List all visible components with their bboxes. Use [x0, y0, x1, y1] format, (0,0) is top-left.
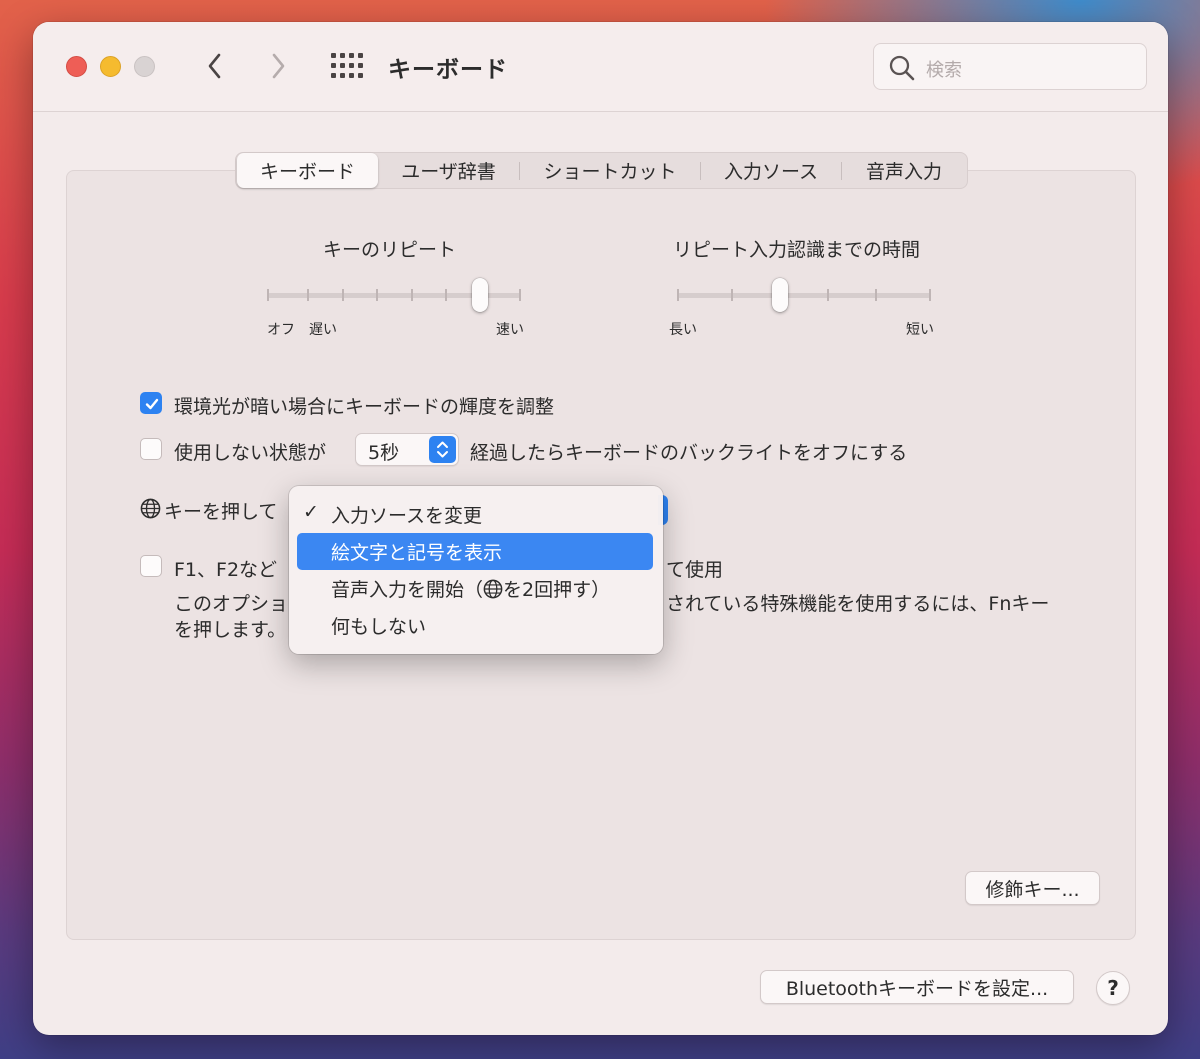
minimize-button[interactable]	[100, 56, 121, 77]
backlight-off-label-after: 経過したらキーボードのバックライトをオフにする	[470, 442, 908, 464]
backlight-off-checkbox[interactable]	[140, 438, 162, 460]
slider-tick	[731, 289, 733, 301]
menu-item-show-emoji[interactable]: 絵文字と記号を表示	[297, 533, 653, 570]
window-title: キーボード	[388, 57, 508, 83]
backlight-timeout-popup[interactable]: 5秒	[355, 433, 459, 466]
key-repeat-off-label: オフ	[267, 322, 295, 338]
ambient-light-checkbox[interactable]	[140, 392, 162, 414]
fn-keys-desc-line1-start: このオプショ	[174, 593, 289, 615]
fn-keys-checkbox[interactable]	[140, 555, 162, 577]
slider-tick	[519, 289, 521, 301]
tab-input-sources[interactable]: 入力ソース	[701, 153, 841, 188]
slider-tick	[875, 289, 877, 301]
fn-keys-desc-line2: を押します。	[174, 619, 287, 641]
globe-key-dropdown-menu: ✓ 入力ソースを変更 絵文字と記号を表示 音声入力を開始（ を2回押す） 何もし…	[289, 486, 663, 654]
fn-keys-label-end: て使用	[666, 559, 724, 581]
globe-key-label: キーを押して	[164, 501, 278, 523]
setup-bluetooth-keyboard-button[interactable]: Bluetoothキーボードを設定...	[760, 970, 1074, 1004]
repeat-delay-knob[interactable]	[772, 278, 788, 312]
title-bar: キーボード 検索	[33, 22, 1168, 112]
search-placeholder: 検索	[926, 60, 962, 81]
fn-keys-desc-line1-end: されている特殊機能を使用するには、Fnキー	[666, 593, 1050, 615]
repeat-delay-short-label: 短い	[906, 322, 934, 338]
key-repeat-slow-label: 遅い	[309, 322, 337, 338]
globe-icon	[483, 579, 503, 601]
tab-keyboard[interactable]: キーボード	[237, 153, 378, 188]
slider-tick	[445, 289, 447, 301]
slider-tick	[342, 289, 344, 301]
chevron-right-icon	[272, 53, 285, 79]
checkmark-icon	[145, 398, 159, 410]
checkmark-icon: ✓	[303, 501, 319, 523]
backlight-off-label-before: 使用しない状態が	[174, 442, 327, 464]
popup-arrows-icon	[429, 436, 456, 463]
modifier-keys-button[interactable]: 修飾キー...	[965, 871, 1100, 905]
forward-button[interactable]	[258, 48, 298, 84]
menu-item-start-dictation[interactable]: 音声入力を開始（ を2回押す）	[297, 570, 653, 607]
slider-tick	[267, 289, 269, 301]
key-repeat-title: キーのリピート	[323, 239, 457, 261]
search-icon	[889, 55, 915, 81]
menu-item-change-input-source[interactable]: ✓ 入力ソースを変更	[297, 496, 653, 533]
fn-keys-label-start: F1、F2など	[174, 559, 278, 581]
repeat-delay-long-label: 長い	[669, 322, 697, 338]
back-button[interactable]	[195, 48, 235, 84]
menu-item-do-nothing[interactable]: 何もしない	[297, 607, 653, 644]
slider-tick	[827, 289, 829, 301]
zoom-button[interactable]	[134, 56, 155, 77]
help-button[interactable]: ?	[1096, 971, 1130, 1005]
show-all-grid-icon[interactable]	[331, 53, 363, 79]
globe-icon	[140, 498, 161, 523]
search-field[interactable]: 検索	[873, 43, 1147, 90]
slider-tick	[677, 289, 679, 301]
chevron-left-icon	[208, 53, 221, 79]
tab-shortcuts[interactable]: ショートカット	[520, 153, 700, 188]
close-button[interactable]	[66, 56, 87, 77]
key-repeat-knob[interactable]	[472, 278, 488, 312]
tab-dictation[interactable]: 音声入力	[842, 153, 966, 188]
slider-tick	[376, 289, 378, 301]
repeat-delay-track[interactable]	[677, 293, 931, 298]
slider-tick	[411, 289, 413, 301]
tab-bar: キーボード ユーザ辞書 ショートカット 入力ソース 音声入力	[235, 152, 968, 189]
slider-tick	[929, 289, 931, 301]
ambient-light-label: 環境光が暗い場合にキーボードの輝度を調整	[174, 396, 555, 418]
slider-tick	[307, 289, 309, 301]
repeat-delay-title: リピート入力認識までの時間	[673, 239, 921, 261]
key-repeat-fast-label: 速い	[496, 322, 524, 338]
preferences-window: キーボード 検索 キーボード ユーザ辞書 ショートカット 入力ソース 音声入力 …	[33, 22, 1168, 1035]
backlight-timeout-value: 5秒	[368, 442, 400, 464]
tab-user-dictionary[interactable]: ユーザ辞書	[378, 153, 519, 188]
